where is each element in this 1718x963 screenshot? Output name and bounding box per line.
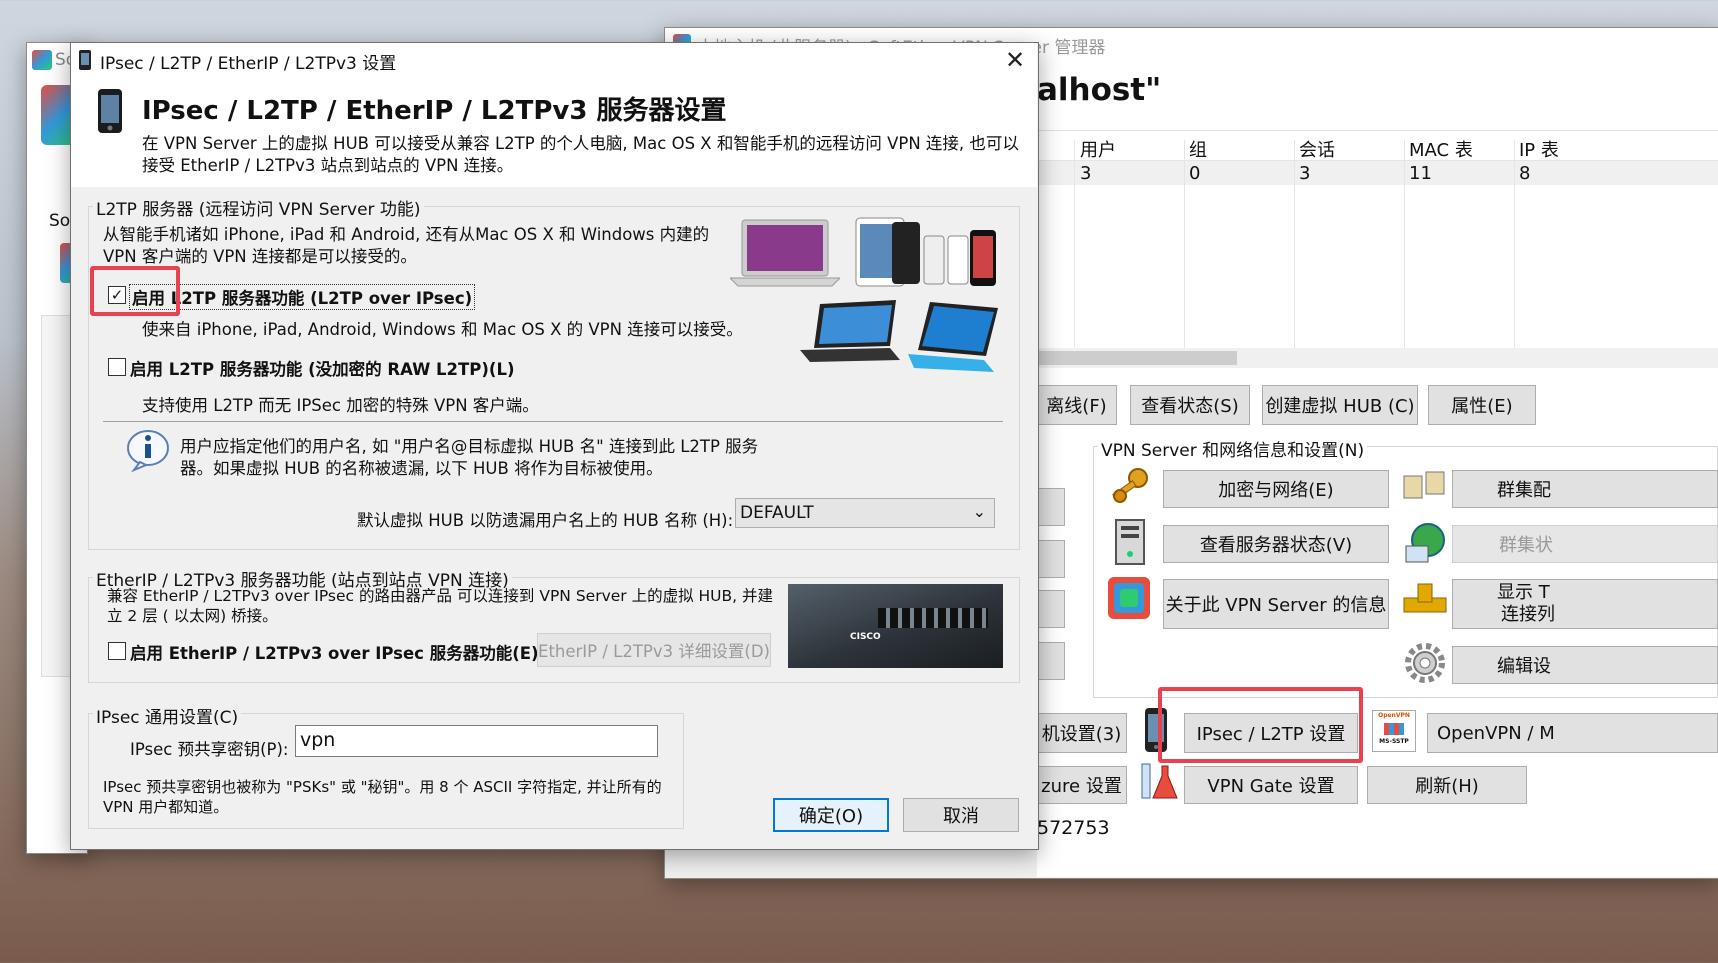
phone-icon xyxy=(98,89,122,133)
openvpn-sstp-icon: OpenVPN MS-SSTP xyxy=(1372,710,1416,752)
etherip-detail-button[interactable]: EtherIP / L2TPv3 详细设置(D) xyxy=(537,633,771,667)
psk-label: IPsec 预共享密钥(P): xyxy=(130,740,289,759)
l2tp-divider xyxy=(103,421,1003,422)
ipsec-common-label: IPsec 通用设置(C) xyxy=(93,703,242,728)
cell-ip: 8 xyxy=(1519,163,1531,184)
server-icon xyxy=(1115,519,1145,565)
create-hub-button[interactable]: 创建虚拟 HUB (C) xyxy=(1262,385,1418,425)
globe-monitor-icon xyxy=(1405,523,1445,563)
col-header-users[interactable]: 用户 xyxy=(1080,136,1116,162)
l2tp-group-label: L2TP 服务器 (远程访问 VPN Server 功能) xyxy=(93,195,424,220)
enable-raw-l2tp-label[interactable]: 启用 L2TP 服务器功能 (没加密的 RAW L2TP)(L) xyxy=(130,356,515,380)
col-divider xyxy=(1514,140,1515,368)
show-tcp-line1: 显示 T xyxy=(1497,582,1550,603)
scrollbar-thumb[interactable] xyxy=(1037,351,1237,365)
ok-button[interactable]: 确定(O) xyxy=(773,798,889,832)
refresh-button[interactable]: 刷新(H) xyxy=(1367,766,1527,804)
properties-button[interactable]: 属性(E) xyxy=(1428,385,1536,425)
vpn-gate-settings-button[interactable]: VPN Gate 设置 xyxy=(1184,766,1358,804)
footer-text: 572753 xyxy=(1037,817,1110,839)
col-header-groups[interactable]: 组 xyxy=(1189,136,1207,162)
server-settings-label: VPN Server 和网络信息和设置(N) xyxy=(1098,436,1368,461)
surface-tablet-image xyxy=(908,302,998,372)
flask-icon xyxy=(1141,763,1178,799)
cluster-status-button[interactable]: 群集状 xyxy=(1452,525,1718,563)
enable-raw-l2tp-desc: 支持使用 L2TP 而无 IPSec 加密的特殊 VPN 客户端。 xyxy=(142,396,539,415)
col-divider xyxy=(1404,140,1405,368)
psk-input-value: vpn xyxy=(300,729,336,751)
cluster-icon xyxy=(1403,471,1445,499)
enable-etherip-label[interactable]: 启用 EtherIP / L2TPv3 over IPsec 服务器功能(E) xyxy=(130,640,539,664)
psk-note: IPsec 预共享密钥也被称为 "PSKs" 或 "秘钥"。用 8 个 ASCI… xyxy=(103,778,662,816)
gear-icon xyxy=(1405,643,1445,683)
col-divider xyxy=(1184,140,1185,368)
dialog-description: 在 VPN Server 上的虚拟 HUB 可以接受从兼容 L2TP 的个人电脑… xyxy=(142,134,1019,175)
enable-raw-l2tp-checkbox[interactable] xyxy=(108,358,126,376)
psk-input[interactable]: vpn xyxy=(295,725,658,757)
clipped-button[interactable] xyxy=(1037,488,1065,526)
col-divider xyxy=(1294,140,1295,368)
phone-icon xyxy=(1145,708,1167,752)
enable-l2tp-ipsec-desc: 使来自 iPhone, iPad, Android, Windows 和 Mac… xyxy=(142,320,743,339)
col-header-sessions[interactable]: 会话 xyxy=(1299,136,1335,162)
pipe-icon xyxy=(1403,583,1447,613)
show-tcp-line2: 连接列 xyxy=(1501,604,1555,625)
col-header-mac[interactable]: MAC 表 xyxy=(1409,136,1473,162)
dialog-title: IPsec / L2TP / EtherIP / L2TPv3 设置 xyxy=(100,54,397,74)
server-status-button[interactable]: 查看服务器状态(V) xyxy=(1163,525,1389,563)
table-row[interactable] xyxy=(1037,161,1718,185)
encryption-network-button[interactable]: 加密与网络(E) xyxy=(1163,470,1389,508)
dialog-heading: IPsec / L2TP / EtherIP / L2TPv3 服务器设置 xyxy=(142,96,727,126)
keys-icon xyxy=(1112,468,1148,503)
enable-l2tp-ipsec-label[interactable]: 启用 L2TP 服务器功能 (L2TP over IPsec) xyxy=(129,284,476,310)
enable-l2tp-ipsec-checkbox[interactable]: ✓ xyxy=(108,286,126,304)
cluster-config-button[interactable]: 群集配 xyxy=(1452,470,1718,508)
default-hub-label: 默认虚拟 HUB 以防遗漏用户名上的 HUB 名称 (H): xyxy=(357,511,734,530)
edit-config-button[interactable]: 编辑设 xyxy=(1452,646,1718,684)
openvpn-settings-button[interactable]: OpenVPN / M xyxy=(1427,713,1718,753)
cell-users: 3 xyxy=(1080,163,1092,184)
enable-etherip-checkbox[interactable] xyxy=(108,642,126,660)
softether-logo-icon xyxy=(1108,577,1150,619)
grid-graphic xyxy=(1384,723,1404,735)
col-header-ip[interactable]: IP 表 xyxy=(1519,136,1559,162)
close-icon[interactable]: ✕ xyxy=(1000,46,1030,74)
default-hub-value: DEFAULT xyxy=(740,503,814,523)
offline-button[interactable]: 离线(F) xyxy=(1037,385,1117,425)
show-tcp-button[interactable]: 显示 T 连接列 xyxy=(1452,579,1718,629)
info-text: 用户应指定他们的用户名, 如 "用户名@目标虚拟 HUB 名" 连接到此 L2T… xyxy=(180,437,759,478)
laptop-image xyxy=(730,219,840,287)
cell-mac: 11 xyxy=(1409,163,1432,184)
router-brand: CISCO xyxy=(850,632,881,642)
clipped-button[interactable] xyxy=(1037,590,1065,628)
azure-settings-button[interactable]: zure 设置 xyxy=(1037,766,1127,804)
local-bridge-button[interactable]: 机设置(3) xyxy=(1037,713,1127,753)
cisco-router-image: CISCO xyxy=(788,584,1003,668)
view-status-button[interactable]: 查看状态(S) xyxy=(1130,385,1250,425)
ipsec-l2tp-settings-button[interactable]: IPsec / L2TP 设置 xyxy=(1184,713,1358,753)
info-icon xyxy=(127,430,169,472)
clipped-button[interactable] xyxy=(1037,540,1065,578)
cell-groups: 0 xyxy=(1189,163,1201,184)
about-server-button[interactable]: 关于此 VPN Server 的信息 xyxy=(1163,579,1389,629)
router-ports xyxy=(878,608,988,628)
tablets-phones-image xyxy=(855,217,996,287)
l2tp-intro-text: 从智能手机诸如 iPhone, iPad 和 Android, 还有从Mac O… xyxy=(103,225,710,266)
windows-laptop-image xyxy=(800,300,900,362)
server-heading: alhost" xyxy=(1037,72,1162,108)
phone-icon xyxy=(79,50,91,70)
left-app-icon xyxy=(32,50,52,70)
col-divider xyxy=(1074,140,1075,368)
default-hub-select[interactable]: DEFAULT ⌄ xyxy=(735,498,995,528)
horizontal-scrollbar[interactable] xyxy=(1037,348,1718,368)
etherip-desc: 兼容 EtherIP / L2TPv3 over IPsec 的路由器产品 可以… xyxy=(107,587,773,625)
cell-sessions: 3 xyxy=(1299,163,1311,184)
cancel-button[interactable]: 取消 xyxy=(903,798,1019,832)
clipped-button[interactable] xyxy=(1037,642,1065,680)
chevron-down-icon: ⌄ xyxy=(972,502,986,521)
